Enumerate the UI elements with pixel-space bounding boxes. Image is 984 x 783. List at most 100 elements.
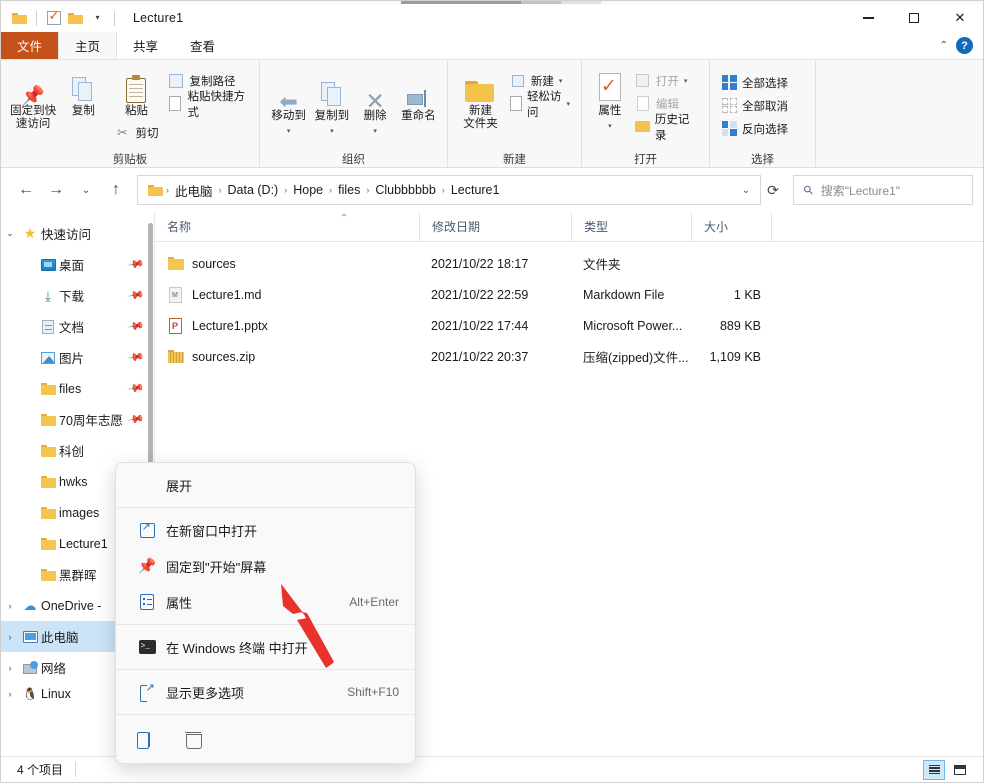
forward-button[interactable]: → xyxy=(41,175,71,205)
details-view-icon[interactable] xyxy=(923,759,945,780)
properties-check-icon[interactable] xyxy=(45,8,62,27)
chevron-down-icon[interactable]: ▾ xyxy=(684,77,688,85)
copy-button[interactable]: 复制 xyxy=(58,66,108,121)
context-menu-item-properties[interactable]: 属性 Alt+Enter xyxy=(120,584,411,620)
table-row[interactable]: sources 2021/10/22 18:17 文件夹 xyxy=(155,248,983,279)
breadcrumb-item-5[interactable]: Lecture1 xyxy=(447,183,504,197)
breadcrumb-item-4[interactable]: Clubbbbbb xyxy=(371,183,439,197)
sidebar-item-desktop[interactable]: 桌面 📌 xyxy=(1,249,147,280)
edit-label: 编辑 xyxy=(655,98,679,111)
breadcrumb-item-2[interactable]: Hope xyxy=(289,183,327,197)
file-name-cell[interactable]: Lecture1.md xyxy=(155,286,419,303)
cut-button[interactable]: ✂ 剪切 xyxy=(110,122,162,143)
tab-file[interactable]: 文件 xyxy=(1,32,59,59)
pin-to-quick-access-button[interactable]: 📌 固定到快 速访问 xyxy=(8,66,58,134)
chevron-down-icon[interactable]: ▾ xyxy=(566,100,570,108)
context-menu-item-show-more-options[interactable]: 显示更多选项 Shift+F10 xyxy=(120,674,411,710)
file-name-cell[interactable]: sources xyxy=(155,255,419,272)
maximize-button[interactable] xyxy=(891,4,937,32)
pin-icon[interactable]: 📌 xyxy=(127,317,146,336)
chevron-down-icon[interactable]: ▾ xyxy=(373,125,377,138)
breadcrumb-item-3[interactable]: files xyxy=(334,183,364,197)
chevron-down-icon[interactable]: ▾ xyxy=(287,125,291,138)
pin-icon[interactable]: 📌 xyxy=(127,379,146,398)
ctx-rename-button[interactable] xyxy=(126,724,164,754)
select-all-button[interactable]: 全部选择 xyxy=(717,72,792,93)
properties-button[interactable]: ✓ 属性 ▾ xyxy=(589,66,631,136)
search-box[interactable]: ⚲ 搜索"Lecture1" xyxy=(793,175,973,205)
copy-to-button[interactable]: 复制到 ▾ xyxy=(310,71,353,141)
sidebar-item-pictures[interactable]: 图片 📌 xyxy=(1,342,147,373)
ctx-delete-button[interactable] xyxy=(174,724,212,754)
column-header-name[interactable]: 名称 ⌃ xyxy=(155,212,419,242)
select-none-button[interactable]: 全部取消 xyxy=(717,95,792,116)
paste-button[interactable]: 粘贴 xyxy=(108,66,164,121)
context-menu-item-open-in-terminal[interactable]: 在 Windows 终端 中打开 xyxy=(120,629,411,665)
chevron-down-icon[interactable]: ▾ xyxy=(330,125,334,138)
file-name-cell[interactable]: Lecture1.pptx xyxy=(155,317,419,334)
expander-icon[interactable]: ⌄ xyxy=(1,228,19,239)
back-button[interactable]: ← xyxy=(11,175,41,205)
new-folder-button[interactable]: 新建 文件夹 xyxy=(455,66,506,134)
delete-button[interactable]: ✕ 删除 ▾ xyxy=(354,71,397,141)
new-item-icon xyxy=(510,73,526,89)
tab-home[interactable]: 主页 xyxy=(58,32,118,59)
sidebar-item-quick-access[interactable]: ⌄ ★ 快速访问 xyxy=(1,218,147,249)
sidebar-item-files[interactable]: files 📌 xyxy=(1,373,147,404)
invert-selection-button[interactable]: 反向选择 xyxy=(717,118,792,139)
expander-icon[interactable]: › xyxy=(1,632,19,642)
large-icons-view-icon[interactable] xyxy=(949,760,971,780)
chevron-down-icon[interactable]: ▾ xyxy=(608,120,612,133)
sidebar-item-70周年志愿[interactable]: 70周年志愿 📌 xyxy=(1,404,147,435)
context-menu-item-pin-to-start[interactable]: 📌 固定到"开始"屏幕 xyxy=(120,548,411,584)
sidebar-item-downloads[interactable]: ⤓ 下载 📌 xyxy=(1,280,147,311)
refresh-button[interactable]: ⟳ xyxy=(761,182,785,199)
move-to-button[interactable]: ⬅ 移动到 ▾ xyxy=(267,71,310,141)
column-header-size[interactable]: 大小 xyxy=(691,211,771,242)
breadcrumb-bar[interactable]: › 此电脑 › Data (D:) › Hope › files › Clubb… xyxy=(137,175,761,205)
breadcrumb-item-0[interactable]: 此电脑 xyxy=(171,181,217,200)
breadcrumb-item-1[interactable]: Data (D:) xyxy=(224,183,283,197)
file-name-label: Lecture1.pptx xyxy=(192,318,268,333)
sidebar-item-label: 桌面 xyxy=(59,259,85,273)
chevron-up-icon[interactable]: ⌃ xyxy=(940,40,948,51)
expander-icon[interactable]: › xyxy=(1,689,19,699)
tab-share[interactable]: 共享 xyxy=(117,32,174,59)
new-item-label: 新建 xyxy=(530,75,554,88)
pin-icon[interactable]: 📌 xyxy=(127,348,146,367)
help-icon[interactable]: ? xyxy=(956,37,973,54)
file-name-cell[interactable]: sources.zip xyxy=(155,348,419,365)
chevron-down-icon[interactable]: ▾ xyxy=(89,10,106,27)
up-button[interactable]: ↑ xyxy=(101,175,131,205)
pin-icon[interactable]: 📌 xyxy=(127,286,146,305)
search-input[interactable]: 搜索"Lecture1" xyxy=(821,182,900,199)
pin-icon[interactable]: 📌 xyxy=(127,410,146,429)
new-folder-icon[interactable] xyxy=(67,10,84,27)
table-row[interactable]: Lecture1.pptx 2021/10/22 17:44 Microsoft… xyxy=(155,310,983,341)
breadcrumb-separator: › xyxy=(366,185,370,195)
expander-icon[interactable]: › xyxy=(1,601,19,611)
sidebar-item-documents[interactable]: 文档 📌 xyxy=(1,311,147,342)
chevron-down-icon[interactable]: ▾ xyxy=(559,77,563,85)
table-row[interactable]: Lecture1.md 2021/10/22 22:59 Markdown Fi… xyxy=(155,279,983,310)
copy-to-icon xyxy=(320,74,343,108)
open-button[interactable]: 打开 ▾ xyxy=(631,70,702,91)
column-header-date[interactable]: 修改日期 xyxy=(419,211,571,242)
paste-shortcut-button[interactable]: 粘贴快捷方式 xyxy=(164,91,252,119)
close-button[interactable]: ✕ xyxy=(937,4,983,32)
easy-access-button[interactable]: 轻松访问 ▾ xyxy=(506,91,574,119)
context-menu-item-expand[interactable]: 展开 xyxy=(120,467,411,503)
table-row[interactable]: sources.zip 2021/10/22 20:37 压缩(zipped)文… xyxy=(155,341,983,372)
tab-view[interactable]: 查看 xyxy=(174,32,231,59)
folder-icon[interactable] xyxy=(146,184,164,196)
pin-icon[interactable]: 📌 xyxy=(127,255,146,274)
context-menu-item-open-new-window[interactable]: 在新窗口中打开 xyxy=(120,512,411,548)
expander-icon[interactable]: › xyxy=(1,663,19,673)
history-button[interactable]: 历史记录 xyxy=(631,114,702,142)
folder-icon[interactable] xyxy=(11,10,28,27)
column-header-type[interactable]: 类型 xyxy=(571,211,691,242)
recent-locations-button[interactable]: ⌄ xyxy=(71,175,101,205)
rename-button[interactable]: 重命名 xyxy=(397,71,440,126)
minimize-button[interactable] xyxy=(845,4,891,32)
chevron-down-icon[interactable]: ⌄ xyxy=(736,185,756,196)
